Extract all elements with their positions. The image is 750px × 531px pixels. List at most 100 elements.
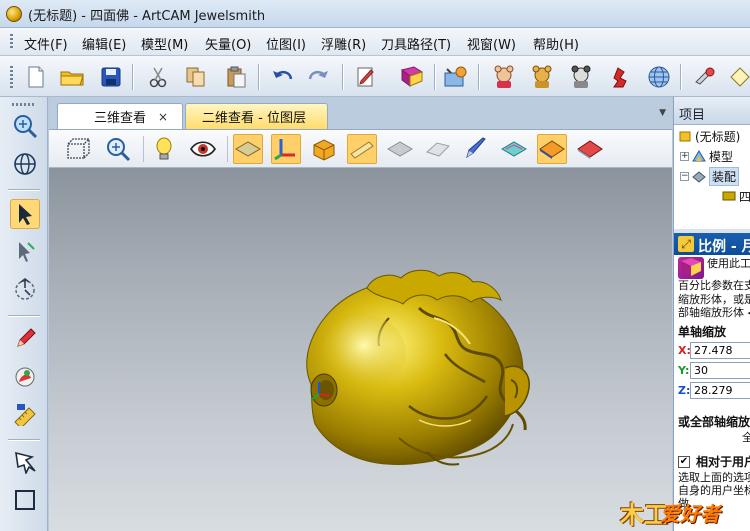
menu-edit[interactable]: 编辑(E)	[82, 34, 126, 53]
single-axis-title: 单轴缩放	[678, 325, 727, 339]
artcam-app-icon[interactable]	[6, 6, 22, 22]
scale-panel-header: ⤢ 比例 - 月	[674, 233, 750, 255]
layer-icon[interactable]	[499, 134, 529, 164]
vector-icon[interactable]	[10, 447, 40, 477]
project-panel-title: 项目	[679, 108, 706, 123]
tab-close-icon[interactable]: ×	[158, 110, 168, 124]
globe-view-icon[interactable]	[10, 149, 40, 179]
tab-3d-view-label: 三维查看	[94, 111, 147, 126]
plane-icon[interactable]	[233, 134, 263, 164]
paint-brush-icon[interactable]	[461, 134, 491, 164]
transform-icon[interactable]	[10, 275, 40, 305]
relative-to-user-checkbox[interactable]: ✔	[678, 455, 690, 468]
rectangle-icon[interactable]	[10, 485, 40, 515]
bulb-icon[interactable]	[149, 134, 179, 164]
menu-bitmap[interactable]: 位图(I)	[266, 34, 306, 53]
tab-list-dropdown-icon[interactable]: ▼	[659, 108, 666, 118]
project-root-icon	[678, 129, 692, 143]
all-axes-title: 或全部轴缩放	[678, 415, 750, 429]
document-tab-bar: 三维查看 × 二维查看 - 位图层 ▼	[49, 97, 672, 129]
title-bar: (无标题) - 四面佛 - ArtCAM Jewelsmith	[0, 0, 750, 28]
x-scale-input[interactable]	[690, 341, 750, 359]
wireframe-icon[interactable]	[423, 134, 453, 164]
menu-relief[interactable]: 浮雕(R)	[321, 34, 366, 53]
select-arrow-icon[interactable]	[10, 199, 40, 229]
bear-red-icon[interactable]	[490, 63, 518, 91]
menu-help[interactable]: 帮助(H)	[533, 34, 579, 53]
diamond-icon[interactable]	[726, 63, 750, 91]
toolbar-grip[interactable]	[10, 66, 13, 88]
eye-icon[interactable]	[188, 134, 218, 164]
y-axis-row: Y:	[678, 361, 750, 379]
x-axis-row: X:	[678, 341, 750, 359]
z-label: Z:	[678, 383, 691, 397]
all-axes-sub: 全	[742, 431, 750, 444]
tree-item-buddha[interactable]: 四	[722, 187, 750, 205]
paste-icon[interactable]	[222, 63, 250, 91]
relief-model	[306, 269, 530, 466]
wrench-icon[interactable]	[690, 63, 718, 91]
globe-icon[interactable]	[645, 63, 673, 91]
measure-icon[interactable]	[10, 399, 40, 429]
relative-to-user-checkbox-row[interactable]: ✔ 相对于用户	[678, 453, 750, 470]
redo-icon[interactable]	[305, 63, 333, 91]
box-view-icon[interactable]	[63, 134, 93, 164]
bear-yellow-icon[interactable]	[528, 63, 556, 91]
footer-line: 选取上面的选项	[678, 471, 750, 484]
y-scale-input[interactable]	[690, 361, 750, 379]
layer-orange-icon[interactable]	[537, 134, 567, 164]
desc-line: 部轴缩放形体 ◀	[678, 306, 750, 319]
collapse-icon[interactable]: −	[680, 171, 689, 181]
menu-window[interactable]: 视窗(W)	[467, 34, 516, 53]
box-icon[interactable]	[309, 134, 339, 164]
save-icon[interactable]	[97, 63, 125, 91]
watermark-logo: 木工 爱好者	[616, 490, 748, 530]
project-tree: (无标题) + 模型 − 装配 四	[674, 125, 750, 229]
right-panel: 项目 (无标题) + 模型 − 装配 四 ⤢ 比例 - 月 使用此工 百分比参数…	[673, 97, 750, 531]
mesh-icon[interactable]	[385, 134, 415, 164]
zoom-icon[interactable]	[103, 134, 133, 164]
z-scale-input[interactable]	[690, 381, 750, 399]
pencil-icon[interactable]	[10, 323, 40, 353]
edit-notes-icon[interactable]	[352, 63, 380, 91]
scale-icon: ⤢	[678, 236, 694, 252]
zoom-view-icon[interactable]	[10, 111, 40, 141]
node-edit-icon[interactable]	[10, 237, 40, 267]
watermark-right: 爱好者	[660, 502, 720, 526]
menu-file[interactable]: 文件(F)	[24, 34, 68, 53]
expand-icon[interactable]: +	[680, 151, 689, 161]
slab-icon[interactable]	[347, 134, 377, 164]
figure-red-icon[interactable]	[606, 63, 634, 91]
left-toolbar	[0, 97, 48, 531]
cut-icon[interactable]	[144, 63, 172, 91]
book-icon[interactable]	[398, 63, 426, 91]
layer-red-icon[interactable]	[575, 134, 605, 164]
settings-icon[interactable]	[442, 63, 470, 91]
desc-line: 缩放形体，或是	[678, 292, 750, 306]
tree-item-models[interactable]: + 模型	[680, 147, 733, 165]
tab-2d-view[interactable]: 二维查看 - 位图层	[185, 103, 328, 129]
project-panel-header: 项目	[674, 97, 750, 125]
undo-icon[interactable]	[268, 63, 296, 91]
tab-3d-view[interactable]: 三维查看 ×	[57, 103, 183, 129]
left-toolbar-grip[interactable]	[12, 103, 36, 106]
tree-item-untitled[interactable]: (无标题)	[678, 127, 740, 145]
tree-item-assembly[interactable]: − 装配	[680, 166, 740, 186]
tree-item-label: 模型	[709, 149, 734, 164]
x-label: X:	[678, 343, 691, 357]
menu-grip[interactable]	[10, 34, 13, 50]
y-label: Y:	[678, 363, 690, 377]
bear-grey-icon[interactable]	[567, 63, 595, 91]
paint-icon[interactable]	[10, 361, 40, 391]
relative-to-user-label: 相对于用户	[696, 455, 750, 469]
open-folder-icon[interactable]	[58, 63, 86, 91]
copy-icon[interactable]	[182, 63, 210, 91]
3d-viewport[interactable]	[49, 168, 672, 531]
menu-toolpath[interactable]: 刀具路径(T)	[381, 34, 451, 53]
relief-layer-icon	[722, 189, 736, 203]
window-title: (无标题) - 四面佛 - ArtCAM Jewelsmith	[28, 9, 266, 24]
new-file-icon[interactable]	[22, 63, 50, 91]
axis-icon[interactable]	[271, 134, 301, 164]
menu-vector[interactable]: 矢量(O)	[205, 34, 251, 53]
menu-model[interactable]: 模型(M)	[141, 34, 188, 53]
